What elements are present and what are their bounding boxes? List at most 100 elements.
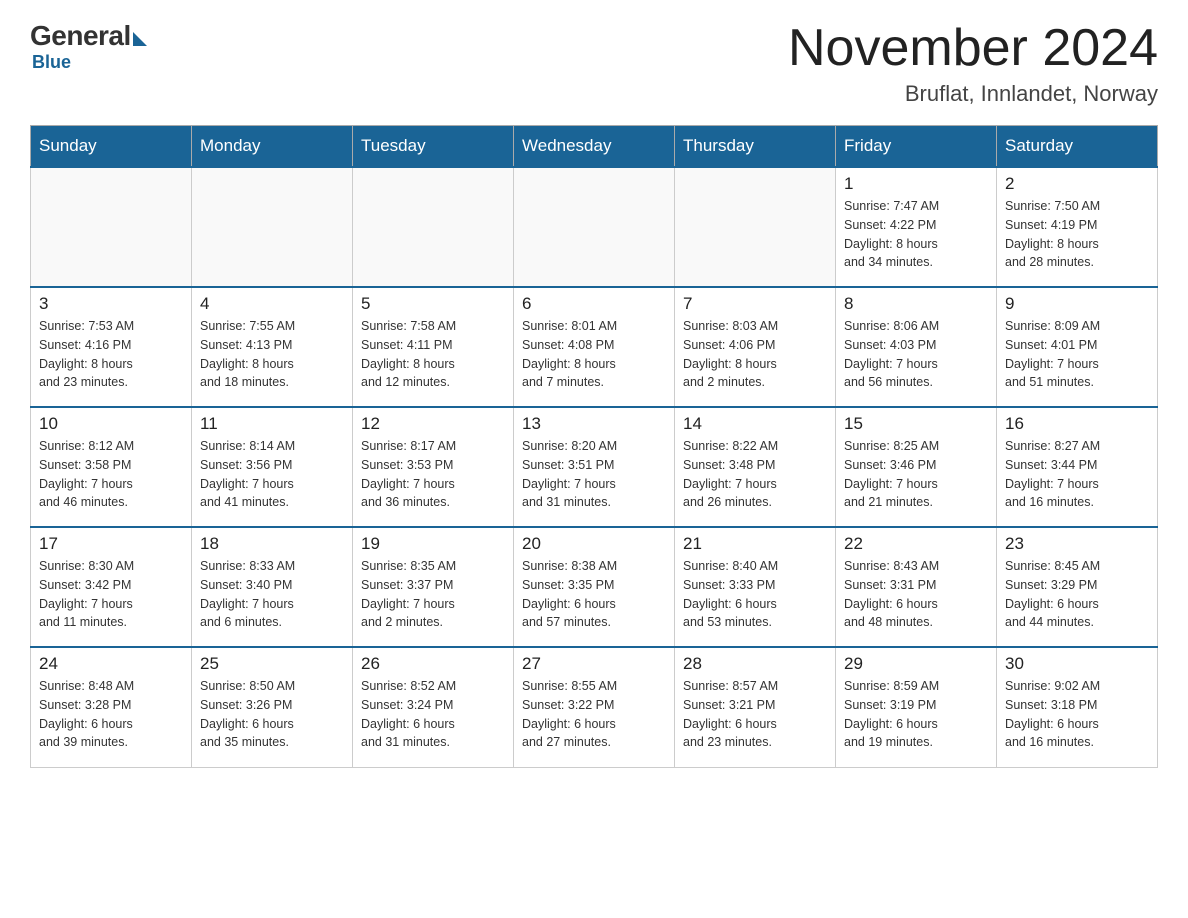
day-number: 26 (361, 654, 505, 674)
day-number: 3 (39, 294, 183, 314)
day-info: Sunrise: 8:43 AMSunset: 3:31 PMDaylight:… (844, 557, 988, 632)
day-number: 12 (361, 414, 505, 434)
day-info: Sunrise: 8:48 AMSunset: 3:28 PMDaylight:… (39, 677, 183, 752)
calendar-cell (514, 167, 675, 287)
calendar-header-monday: Monday (192, 126, 353, 168)
calendar-cell: 22 Sunrise: 8:43 AMSunset: 3:31 PMDayligh… (836, 527, 997, 647)
day-number: 18 (200, 534, 344, 554)
calendar-cell: 14 Sunrise: 8:22 AMSunset: 3:48 PMDayligh… (675, 407, 836, 527)
calendar-cell: 3Sunrise: 7:53 AMSunset: 4:16 PMDaylight… (31, 287, 192, 407)
day-number: 15 (844, 414, 988, 434)
calendar-header-sunday: Sunday (31, 126, 192, 168)
calendar-cell: 26 Sunrise: 8:52 AMSunset: 3:24 PMDayligh… (353, 647, 514, 767)
calendar-header-wednesday: Wednesday (514, 126, 675, 168)
day-info: Sunrise: 8:17 AMSunset: 3:53 PMDaylight:… (361, 437, 505, 512)
calendar-week-5: 24 Sunrise: 8:48 AMSunset: 3:28 PMDayligh… (31, 647, 1158, 767)
calendar-week-3: 10 Sunrise: 8:12 AMSunset: 3:58 PMDayligh… (31, 407, 1158, 527)
logo-arrow-icon (133, 32, 147, 46)
calendar-cell: 21 Sunrise: 8:40 AMSunset: 3:33 PMDayligh… (675, 527, 836, 647)
calendar-cell: 20 Sunrise: 8:38 AMSunset: 3:35 PMDayligh… (514, 527, 675, 647)
day-info: Sunrise: 8:01 AMSunset: 4:08 PMDaylight:… (522, 317, 666, 392)
calendar-header-row: SundayMondayTuesdayWednesdayThursdayFrid… (31, 126, 1158, 168)
day-info: Sunrise: 8:59 AMSunset: 3:19 PMDaylight:… (844, 677, 988, 752)
day-number: 30 (1005, 654, 1149, 674)
day-info: Sunrise: 8:25 AMSunset: 3:46 PMDaylight:… (844, 437, 988, 512)
calendar-cell: 23 Sunrise: 8:45 AMSunset: 3:29 PMDayligh… (997, 527, 1158, 647)
calendar-week-1: 1Sunrise: 7:47 AMSunset: 4:22 PMDaylight… (31, 167, 1158, 287)
calendar-week-2: 3Sunrise: 7:53 AMSunset: 4:16 PMDaylight… (31, 287, 1158, 407)
day-number: 14 (683, 414, 827, 434)
calendar-cell: 11 Sunrise: 8:14 AMSunset: 3:56 PMDayligh… (192, 407, 353, 527)
day-info: Sunrise: 9:02 AMSunset: 3:18 PMDaylight:… (1005, 677, 1149, 752)
day-number: 19 (361, 534, 505, 554)
calendar-cell: 9 Sunrise: 8:09 AMSunset: 4:01 PMDaylight… (997, 287, 1158, 407)
day-number: 29 (844, 654, 988, 674)
day-number: 4 (200, 294, 344, 314)
calendar-cell: 15 Sunrise: 8:25 AMSunset: 3:46 PMDayligh… (836, 407, 997, 527)
calendar-cell: 28 Sunrise: 8:57 AMSunset: 3:21 PMDayligh… (675, 647, 836, 767)
day-info: Sunrise: 8:09 AMSunset: 4:01 PMDaylight:… (1005, 317, 1149, 392)
calendar-cell: 1Sunrise: 7:47 AMSunset: 4:22 PMDaylight… (836, 167, 997, 287)
logo-blue-text: Blue (32, 52, 71, 72)
calendar-cell: 6Sunrise: 8:01 AMSunset: 4:08 PMDaylight… (514, 287, 675, 407)
calendar-cell: 19Sunrise: 8:35 AMSunset: 3:37 PMDayligh… (353, 527, 514, 647)
location-text: Bruflat, Innlandet, Norway (788, 81, 1158, 107)
day-number: 13 (522, 414, 666, 434)
calendar-table: SundayMondayTuesdayWednesdayThursdayFrid… (30, 125, 1158, 768)
calendar-header-tuesday: Tuesday (353, 126, 514, 168)
day-info: Sunrise: 7:47 AMSunset: 4:22 PMDaylight:… (844, 197, 988, 272)
day-info: Sunrise: 8:06 AMSunset: 4:03 PMDaylight:… (844, 317, 988, 392)
day-number: 7 (683, 294, 827, 314)
calendar-cell: 29 Sunrise: 8:59 AMSunset: 3:19 PMDayligh… (836, 647, 997, 767)
calendar-cell: 27Sunrise: 8:55 AMSunset: 3:22 PMDayligh… (514, 647, 675, 767)
calendar-cell (31, 167, 192, 287)
day-number: 24 (39, 654, 183, 674)
calendar-cell (675, 167, 836, 287)
calendar-cell: 18 Sunrise: 8:33 AMSunset: 3:40 PMDayligh… (192, 527, 353, 647)
day-info: Sunrise: 8:12 AMSunset: 3:58 PMDaylight:… (39, 437, 183, 512)
day-info: Sunrise: 8:33 AMSunset: 3:40 PMDaylight:… (200, 557, 344, 632)
calendar-cell: 2Sunrise: 7:50 AMSunset: 4:19 PMDaylight… (997, 167, 1158, 287)
calendar-cell: 4 Sunrise: 7:55 AMSunset: 4:13 PMDaylight… (192, 287, 353, 407)
day-number: 20 (522, 534, 666, 554)
day-info: Sunrise: 8:50 AMSunset: 3:26 PMDaylight:… (200, 677, 344, 752)
calendar-week-4: 17 Sunrise: 8:30 AMSunset: 3:42 PMDayligh… (31, 527, 1158, 647)
day-number: 17 (39, 534, 183, 554)
day-info: Sunrise: 8:38 AMSunset: 3:35 PMDaylight:… (522, 557, 666, 632)
calendar-cell: 24 Sunrise: 8:48 AMSunset: 3:28 PMDayligh… (31, 647, 192, 767)
day-number: 21 (683, 534, 827, 554)
calendar-header-saturday: Saturday (997, 126, 1158, 168)
day-info: Sunrise: 7:55 AMSunset: 4:13 PMDaylight:… (200, 317, 344, 392)
day-number: 22 (844, 534, 988, 554)
calendar-cell: 10 Sunrise: 8:12 AMSunset: 3:58 PMDayligh… (31, 407, 192, 527)
month-title: November 2024 (788, 20, 1158, 77)
calendar-cell: 16 Sunrise: 8:27 AMSunset: 3:44 PMDayligh… (997, 407, 1158, 527)
day-info: Sunrise: 8:20 AMSunset: 3:51 PMDaylight:… (522, 437, 666, 512)
day-number: 25 (200, 654, 344, 674)
day-info: Sunrise: 8:22 AMSunset: 3:48 PMDaylight:… (683, 437, 827, 512)
day-info: Sunrise: 7:58 AMSunset: 4:11 PMDaylight:… (361, 317, 505, 392)
day-info: Sunrise: 8:27 AMSunset: 3:44 PMDaylight:… (1005, 437, 1149, 512)
calendar-cell: 8Sunrise: 8:06 AMSunset: 4:03 PMDaylight… (836, 287, 997, 407)
day-number: 28 (683, 654, 827, 674)
calendar-cell: 5Sunrise: 7:58 AMSunset: 4:11 PMDaylight… (353, 287, 514, 407)
day-number: 11 (200, 414, 344, 434)
calendar-cell: 25 Sunrise: 8:50 AMSunset: 3:26 PMDayligh… (192, 647, 353, 767)
calendar-header-thursday: Thursday (675, 126, 836, 168)
day-info: Sunrise: 8:57 AMSunset: 3:21 PMDaylight:… (683, 677, 827, 752)
day-info: Sunrise: 8:40 AMSunset: 3:33 PMDaylight:… (683, 557, 827, 632)
day-info: Sunrise: 8:55 AMSunset: 3:22 PMDaylight:… (522, 677, 666, 752)
day-number: 9 (1005, 294, 1149, 314)
title-section: November 2024 Bruflat, Innlandet, Norway (788, 20, 1158, 107)
day-info: Sunrise: 8:30 AMSunset: 3:42 PMDaylight:… (39, 557, 183, 632)
day-info: Sunrise: 8:52 AMSunset: 3:24 PMDaylight:… (361, 677, 505, 752)
day-number: 16 (1005, 414, 1149, 434)
day-number: 2 (1005, 174, 1149, 194)
day-number: 10 (39, 414, 183, 434)
calendar-header-friday: Friday (836, 126, 997, 168)
calendar-cell: 12 Sunrise: 8:17 AMSunset: 3:53 PMDayligh… (353, 407, 514, 527)
day-info: Sunrise: 8:45 AMSunset: 3:29 PMDaylight:… (1005, 557, 1149, 632)
day-number: 23 (1005, 534, 1149, 554)
day-info: Sunrise: 8:14 AMSunset: 3:56 PMDaylight:… (200, 437, 344, 512)
day-info: Sunrise: 8:03 AMSunset: 4:06 PMDaylight:… (683, 317, 827, 392)
